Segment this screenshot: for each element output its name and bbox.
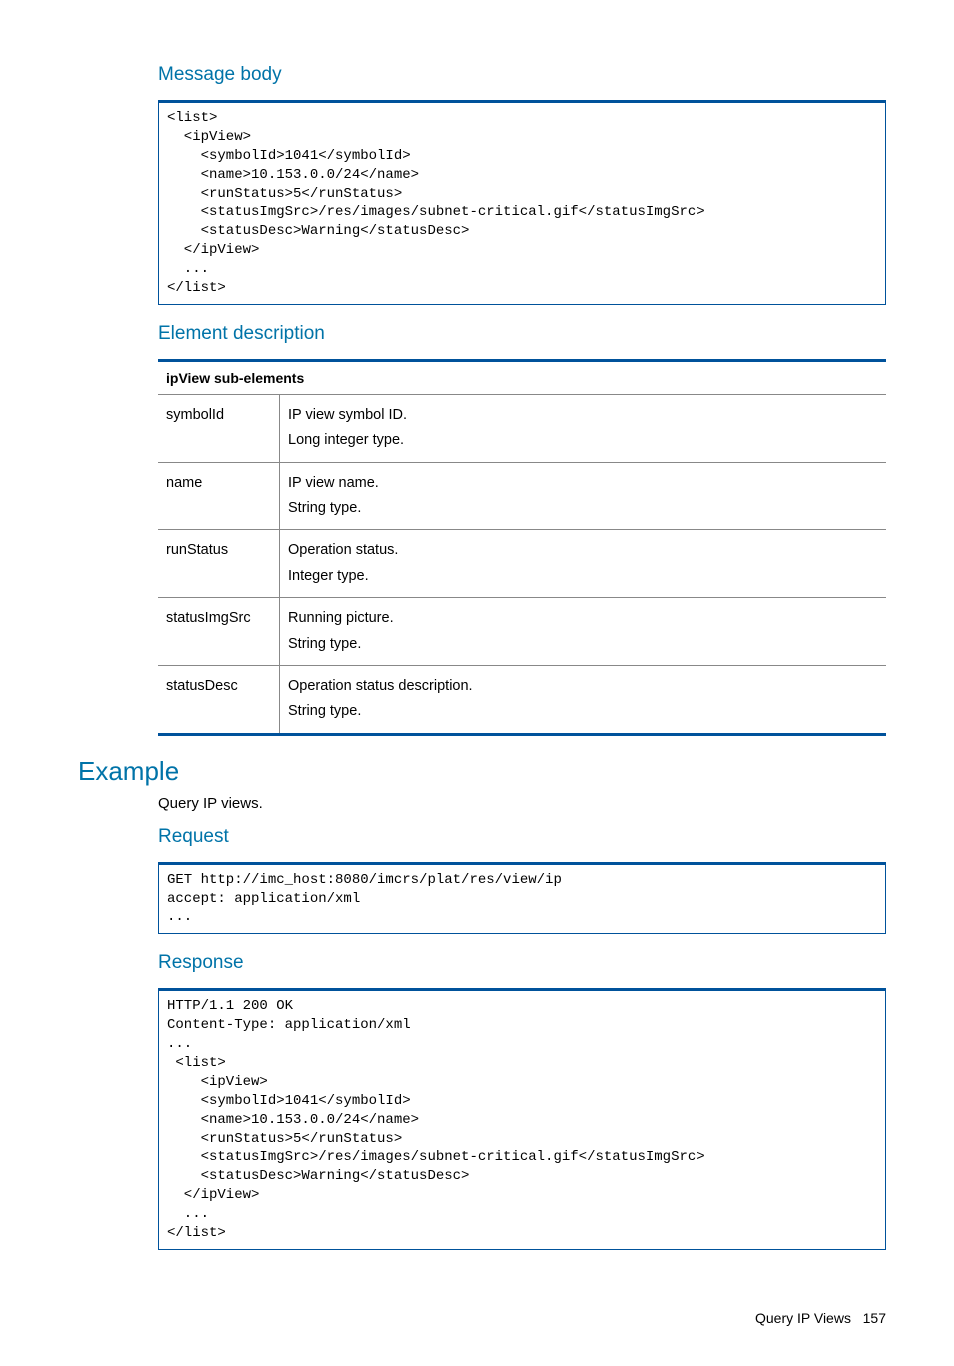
heading-response: Response bbox=[158, 952, 886, 974]
code-request: GET http://imc_host:8080/imcrs/plat/res/… bbox=[158, 862, 886, 935]
table-row: name IP view name.String type. bbox=[158, 462, 886, 530]
heading-request: Request bbox=[158, 826, 886, 848]
table-row: symbolId IP view symbol ID.Long integer … bbox=[158, 394, 886, 462]
cell-desc: IP view name.String type. bbox=[280, 462, 887, 530]
heading-message-body: Message body bbox=[158, 64, 886, 86]
cell-key: symbolId bbox=[158, 394, 280, 462]
cell-desc: Running picture.String type. bbox=[280, 598, 887, 666]
cell-desc: Operation status description.String type… bbox=[280, 665, 887, 734]
table-row: statusDesc Operation status description.… bbox=[158, 665, 886, 734]
heading-example: Example bbox=[78, 756, 886, 787]
cell-key: runStatus bbox=[158, 530, 280, 598]
cell-key: name bbox=[158, 462, 280, 530]
cell-desc: Operation status.Integer type. bbox=[280, 530, 887, 598]
cell-desc: IP view symbol ID.Long integer type. bbox=[280, 394, 887, 462]
code-message-body: <list> <ipView> <symbolId>1041</symbolId… bbox=[158, 100, 886, 305]
heading-element-description: Element description bbox=[158, 323, 886, 345]
table-row: runStatus Operation status.Integer type. bbox=[158, 530, 886, 598]
page-footer: Query IP Views 157 bbox=[78, 1310, 886, 1326]
code-response: HTTP/1.1 200 OK Content-Type: applicatio… bbox=[158, 988, 886, 1250]
table-row: statusImgSrc Running picture.String type… bbox=[158, 598, 886, 666]
footer-title: Query IP Views bbox=[755, 1310, 851, 1326]
table-ipview-subelements: ipView sub-elements symbolId IP view sym… bbox=[158, 359, 886, 736]
cell-key: statusImgSrc bbox=[158, 598, 280, 666]
table-header: ipView sub-elements bbox=[158, 360, 886, 394]
cell-key: statusDesc bbox=[158, 665, 280, 734]
footer-page-number: 157 bbox=[863, 1310, 886, 1326]
example-intro-text: Query IP views. bbox=[158, 795, 886, 812]
